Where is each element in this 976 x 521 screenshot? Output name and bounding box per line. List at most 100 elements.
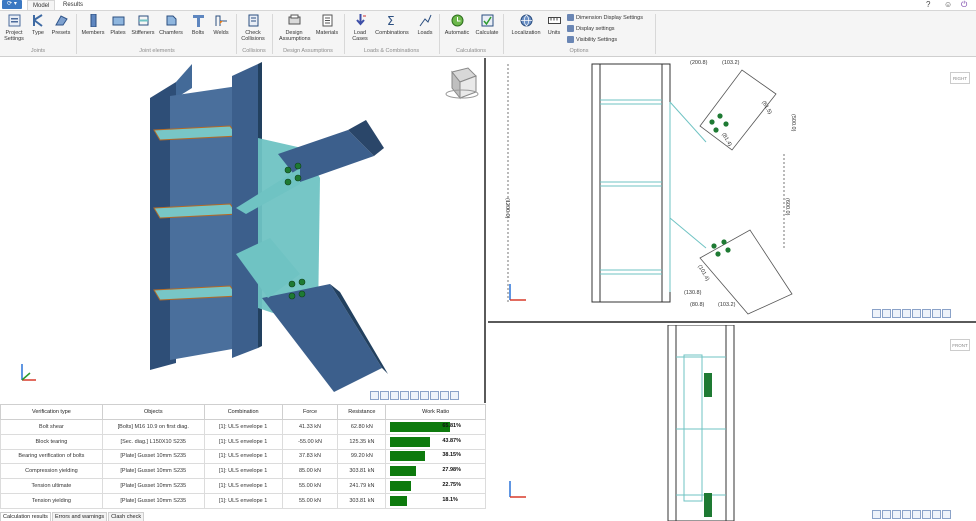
work-ratio-gauge: 22.75% xyxy=(390,481,481,492)
view-cube-right[interactable]: RIGHT xyxy=(950,72,970,84)
cell-combination: [1]: ULS envelope 1 xyxy=(203,478,283,494)
zoom-icon[interactable] xyxy=(882,309,891,318)
combinations-button[interactable]: Σ Combinations xyxy=(375,13,409,47)
bottom-view-toolbar[interactable] xyxy=(872,510,951,519)
section-icon[interactable] xyxy=(922,309,931,318)
table-row[interactable]: Compression yielding [Plate] Gusset 10mm … xyxy=(0,463,486,480)
power-icon[interactable]: ⏻ xyxy=(961,0,967,9)
cell-work-ratio: 43.87% xyxy=(385,433,486,450)
column-header[interactable]: Force xyxy=(281,404,339,420)
section-icon[interactable] xyxy=(922,510,931,519)
localization-icon xyxy=(519,13,533,28)
column-header[interactable]: Resistance xyxy=(337,404,387,420)
app-menu-button[interactable]: ⟳ ▾ xyxy=(2,0,22,9)
tab-model[interactable]: Model xyxy=(27,0,56,10)
units-icon xyxy=(547,13,561,28)
column-header[interactable]: Objects xyxy=(101,404,205,420)
table-row[interactable]: Block tearing [Sec. diag.] L150X10 S235 [1… xyxy=(0,433,486,450)
cell-objects: [Plate] Gusset 10mm S235 xyxy=(101,478,205,494)
cell-objects: [Bolts] M16 10.9 on first diag. xyxy=(101,419,205,435)
visibility-icon xyxy=(567,36,574,43)
column-header[interactable]: Combination xyxy=(203,404,283,420)
project-settings-button[interactable]: Project Settings xyxy=(1,13,27,47)
dim-label: (200.8) xyxy=(690,60,708,66)
calculate-button[interactable]: Calculate xyxy=(474,13,500,47)
design-assumptions-button[interactable]: Design Assumptions xyxy=(279,13,311,47)
cell-type: Bearing verification of bolts xyxy=(0,448,103,465)
axes-triad xyxy=(21,364,36,381)
dim-label: (81.4) xyxy=(720,132,732,148)
group-label-calculations: Calculations xyxy=(456,48,486,54)
results-table: Verification type Objects Combination Fo… xyxy=(0,404,486,509)
chamfers-button[interactable]: Chamfers xyxy=(158,13,184,47)
tab-clash-check[interactable]: Clash check xyxy=(108,512,145,521)
view-icon[interactable] xyxy=(410,391,419,400)
stiffeners-button[interactable]: Stiffeners xyxy=(130,13,156,47)
expand-icon[interactable] xyxy=(932,309,941,318)
pan-icon[interactable] xyxy=(902,510,911,519)
tab-errors-warnings[interactable]: Errors and warnings xyxy=(51,512,108,521)
chamfers-icon xyxy=(164,13,178,28)
fit-icon[interactable] xyxy=(390,391,399,400)
table-row[interactable]: Tension yielding [Plate] Gusset 10mm S235… xyxy=(0,492,486,509)
members-button[interactable]: Members xyxy=(80,13,106,47)
members-icon xyxy=(86,13,100,28)
collapse-icon[interactable] xyxy=(942,309,951,318)
collapse-icon[interactable] xyxy=(942,510,951,519)
pan-icon[interactable] xyxy=(400,391,409,400)
cell-resistance: 303.81 kN xyxy=(337,463,387,480)
table-row[interactable]: Bearing verification of bolts [Plate] Gus… xyxy=(0,448,486,465)
work-ratio-bar xyxy=(390,436,431,447)
welds-button[interactable]: Welds xyxy=(208,13,234,47)
dimension-display-settings[interactable]: Dimension Display Settings xyxy=(567,14,643,21)
load-cases-button[interactable]: Load Cases xyxy=(347,13,373,47)
column-header[interactable]: Work Ratio xyxy=(385,404,486,420)
pan-icon[interactable] xyxy=(902,309,911,318)
materials-button[interactable]: Materials xyxy=(314,13,340,47)
presets-button[interactable]: Presets xyxy=(48,13,74,47)
column-header[interactable]: Verification type xyxy=(0,404,103,420)
display-settings[interactable]: Display settings xyxy=(567,25,615,32)
visibility-settings[interactable]: Visibility Settings xyxy=(567,36,617,43)
zoom-icon[interactable] xyxy=(882,510,891,519)
plates-button[interactable]: Plates xyxy=(105,13,131,47)
cell-force: 41.33 kN xyxy=(281,419,339,435)
navigation-cube[interactable] xyxy=(445,67,479,100)
loads-button[interactable]: Loads xyxy=(412,13,438,47)
print-icon[interactable] xyxy=(872,309,881,318)
cell-work-ratio: 38.15% xyxy=(385,448,486,465)
table-row[interactable]: Tension ultimate [Plate] Gusset 10mm S235… xyxy=(0,478,486,494)
help-icon[interactable]: ? xyxy=(926,0,930,9)
fit-icon[interactable] xyxy=(892,510,901,519)
section-icon[interactable] xyxy=(420,391,429,400)
table-row[interactable]: Bolt shear [Bolts] M16 10.9 on first diag… xyxy=(0,419,486,435)
localization-button[interactable]: Localization xyxy=(509,13,543,47)
feedback-icon[interactable]: ☺ xyxy=(944,0,952,9)
cell-force: 37.83 kN xyxy=(281,448,339,465)
print-icon[interactable] xyxy=(370,391,379,400)
fit-icon[interactable] xyxy=(892,309,901,318)
3d-view-toolbar[interactable] xyxy=(370,391,459,400)
tab-calculation-results[interactable]: Calculation results xyxy=(0,512,51,521)
work-ratio-bar xyxy=(390,451,425,462)
3d-model-view[interactable] xyxy=(0,58,486,403)
print-icon[interactable] xyxy=(872,510,881,519)
check-collisions-button[interactable]: Check Collisions xyxy=(240,13,266,47)
expand-icon[interactable] xyxy=(932,510,941,519)
welds-icon xyxy=(214,13,228,28)
collapse-icon[interactable] xyxy=(440,391,449,400)
top-view-toolbar[interactable] xyxy=(872,309,951,318)
view-cube-front[interactable]: FRONT xyxy=(950,339,970,351)
zoom-icon[interactable] xyxy=(380,391,389,400)
cell-force: 55.00 kN xyxy=(281,478,339,494)
chevron-down-icon[interactable] xyxy=(450,391,459,400)
units-button[interactable]: Units xyxy=(541,13,567,47)
drawing-view-front[interactable]: FRONT xyxy=(488,325,976,521)
automatic-button[interactable]: Automatic xyxy=(442,13,472,47)
tab-results[interactable]: Results xyxy=(58,0,88,10)
cell-resistance: 241.79 kN xyxy=(337,478,387,494)
view-icon[interactable] xyxy=(912,309,921,318)
expand-icon[interactable] xyxy=(430,391,439,400)
drawing-view-right[interactable]: (200.8) (103.2) (1200.0) (500.0) (61.5) … xyxy=(488,58,976,323)
view-icon[interactable] xyxy=(912,510,921,519)
